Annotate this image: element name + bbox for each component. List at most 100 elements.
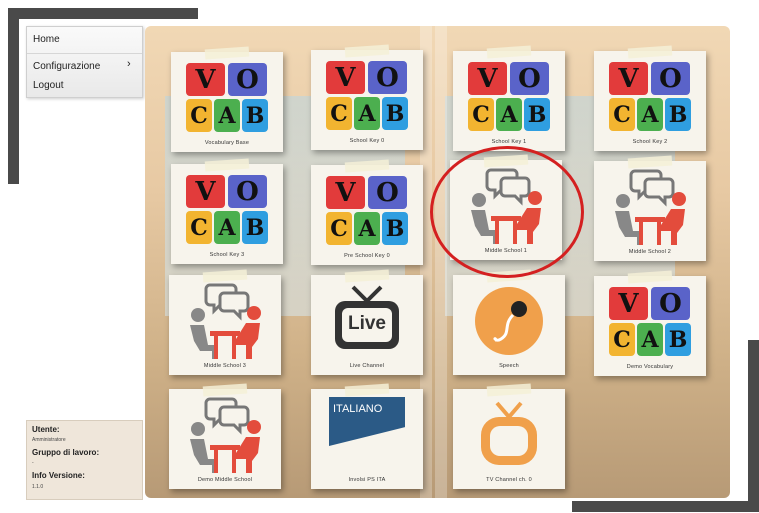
tile-middle-school-2[interactable]: Middle School 2 [594, 155, 706, 261]
tile-caption: Speech [499, 363, 519, 369]
menu-item-home[interactable]: Home [33, 34, 60, 45]
tile-school-key-1[interactable]: V O C A B School Key 1 [453, 45, 565, 151]
tile-live-channel[interactable]: Live Live Channel [311, 269, 423, 375]
italiano-logo-icon: ITALIANO [329, 397, 405, 473]
tile-art: VOCAB [594, 280, 706, 364]
tile-caption: Demo Middle School [197, 477, 253, 483]
frame-bar-right [748, 340, 759, 512]
frame-bar-bottom [572, 501, 759, 512]
version-label: Info Versione: [32, 471, 85, 480]
vocab-letter-block: A [637, 98, 663, 131]
vocab-letter-block: V [609, 287, 648, 320]
menu-item-configurazione[interactable]: Configurazione [33, 61, 100, 72]
vocab-letter-block: V [326, 61, 365, 94]
vocab-letter-block: B [382, 212, 408, 245]
vocab-letter-block: O [368, 176, 407, 209]
vocab-letter-block: V [326, 176, 365, 209]
vocab-letter-block: V [468, 62, 507, 95]
tile-vocabulary-base[interactable]: V O C A B Vocabulary Base [171, 46, 283, 152]
vocab-letter-block: O [228, 63, 267, 96]
user-label: Utente: [32, 425, 60, 434]
tile-caption: School Key 2 [632, 139, 668, 145]
tile-art [453, 393, 565, 477]
vocab-letter-block: C [609, 323, 635, 356]
tile-art [453, 279, 565, 363]
tile-art: VOCAB [311, 169, 423, 253]
tile-school-key-3[interactable]: V O C A B School Key 3 [171, 158, 283, 264]
vocab-letter-block: B [665, 98, 691, 131]
tv-channel-icon [481, 401, 537, 465]
italiano-label: ITALIANO [333, 403, 383, 415]
vocab-letter-block: C [326, 97, 352, 130]
frame-bar-left [8, 8, 19, 184]
tile-middle-school-3[interactable]: Middle School 3 [169, 269, 281, 375]
tile-caption: School Key 3 [209, 252, 245, 258]
vocab-letter-block: O [651, 62, 690, 95]
menu-item-logout[interactable]: Logout [33, 80, 64, 91]
tile-art: VOCAB [171, 168, 283, 252]
vocab-letter-block: B [242, 99, 268, 132]
user-value: Amministratore [32, 437, 66, 443]
vocab-letter-block: C [186, 99, 212, 132]
background-stripe [435, 26, 447, 498]
vocab-letter-block: C [326, 212, 352, 245]
vocab-letter-block: C [468, 98, 494, 131]
tile-caption: Middle School 2 [628, 249, 672, 255]
tile-caption: TV Channel ch. 0 [486, 477, 532, 483]
conversation-icon [615, 169, 686, 245]
vocab-letter-block: O [651, 287, 690, 320]
vocab-letter-block: V [186, 63, 225, 96]
tile-art: Live [311, 279, 423, 363]
vocab-letter-block: B [524, 98, 550, 131]
tile-school-key-2[interactable]: V O C A B School Key 2 [594, 45, 706, 151]
tile-speech[interactable]: Speech [453, 269, 565, 375]
tile-art [169, 393, 281, 477]
vocab-letter-block: V [609, 62, 648, 95]
vocab-logo-icon: VOCAB [326, 61, 408, 131]
frame-bar-top [8, 8, 198, 19]
vocab-logo-icon: VOCAB [609, 62, 691, 132]
vocab-logo-icon: VOCAB [326, 176, 408, 246]
tile-demo-vocabulary[interactable]: V O C A B Demo Vocabulary [594, 270, 706, 376]
tile-art: VOCAB [171, 56, 283, 140]
tile-art: VOCAB [594, 55, 706, 139]
microphone-icon [475, 287, 543, 355]
vocab-letter-block: A [354, 212, 380, 245]
conversation-icon [190, 397, 261, 473]
tile-demo-middle-school[interactable]: Demo Middle School [169, 383, 281, 489]
tv-live-label: Live [347, 313, 387, 334]
highlight-circle [430, 146, 584, 278]
vocab-letter-block: O [510, 62, 549, 95]
vocab-letter-block: B [665, 323, 691, 356]
vocab-letter-block: A [637, 323, 663, 356]
tile-caption: School Key 1 [491, 139, 527, 145]
tile-involsi-ps-ita[interactable]: ITALIANO Involsi PS ITA [311, 383, 423, 489]
tile-art: ITALIANO [311, 393, 423, 477]
vocab-letter-block: B [242, 211, 268, 244]
vocab-letter-block: A [354, 97, 380, 130]
tile-caption: School Key 0 [349, 138, 385, 144]
side-menu: Home Configurazione › Logout [26, 26, 143, 98]
vocab-logo-icon: VOCAB [186, 63, 268, 133]
tile-art: VOCAB [311, 54, 423, 138]
submenu-arrow-icon[interactable]: › [127, 58, 131, 70]
menu-divider [27, 53, 142, 54]
live-tv-icon: Live [329, 283, 405, 359]
tile-tv-channel-ch-0[interactable]: TV Channel ch. 0 [453, 383, 565, 489]
tile-art: VOCAB [453, 55, 565, 139]
vocab-letter-block: O [368, 61, 407, 94]
tile-caption: Middle School 3 [203, 363, 247, 369]
version-value: 1.1.0 [32, 484, 44, 490]
tile-pre-school-key-0[interactable]: V O C A B Pre School Key 0 [311, 159, 423, 265]
tile-caption: Involsi PS ITA [348, 477, 386, 483]
vocab-letter-block: C [609, 98, 635, 131]
vocab-letter-block: A [214, 211, 240, 244]
group-label: Gruppo di lavoro: [32, 448, 100, 457]
vocab-logo-icon: VOCAB [609, 287, 691, 357]
tile-caption: Demo Vocabulary [626, 364, 674, 370]
vocab-logo-icon: VOCAB [468, 62, 550, 132]
tile-art [169, 279, 281, 363]
tile-school-key-0[interactable]: V O C A B School Key 0 [311, 44, 423, 150]
tile-caption: Live Channel [349, 363, 385, 369]
vocab-letter-block: A [496, 98, 522, 131]
